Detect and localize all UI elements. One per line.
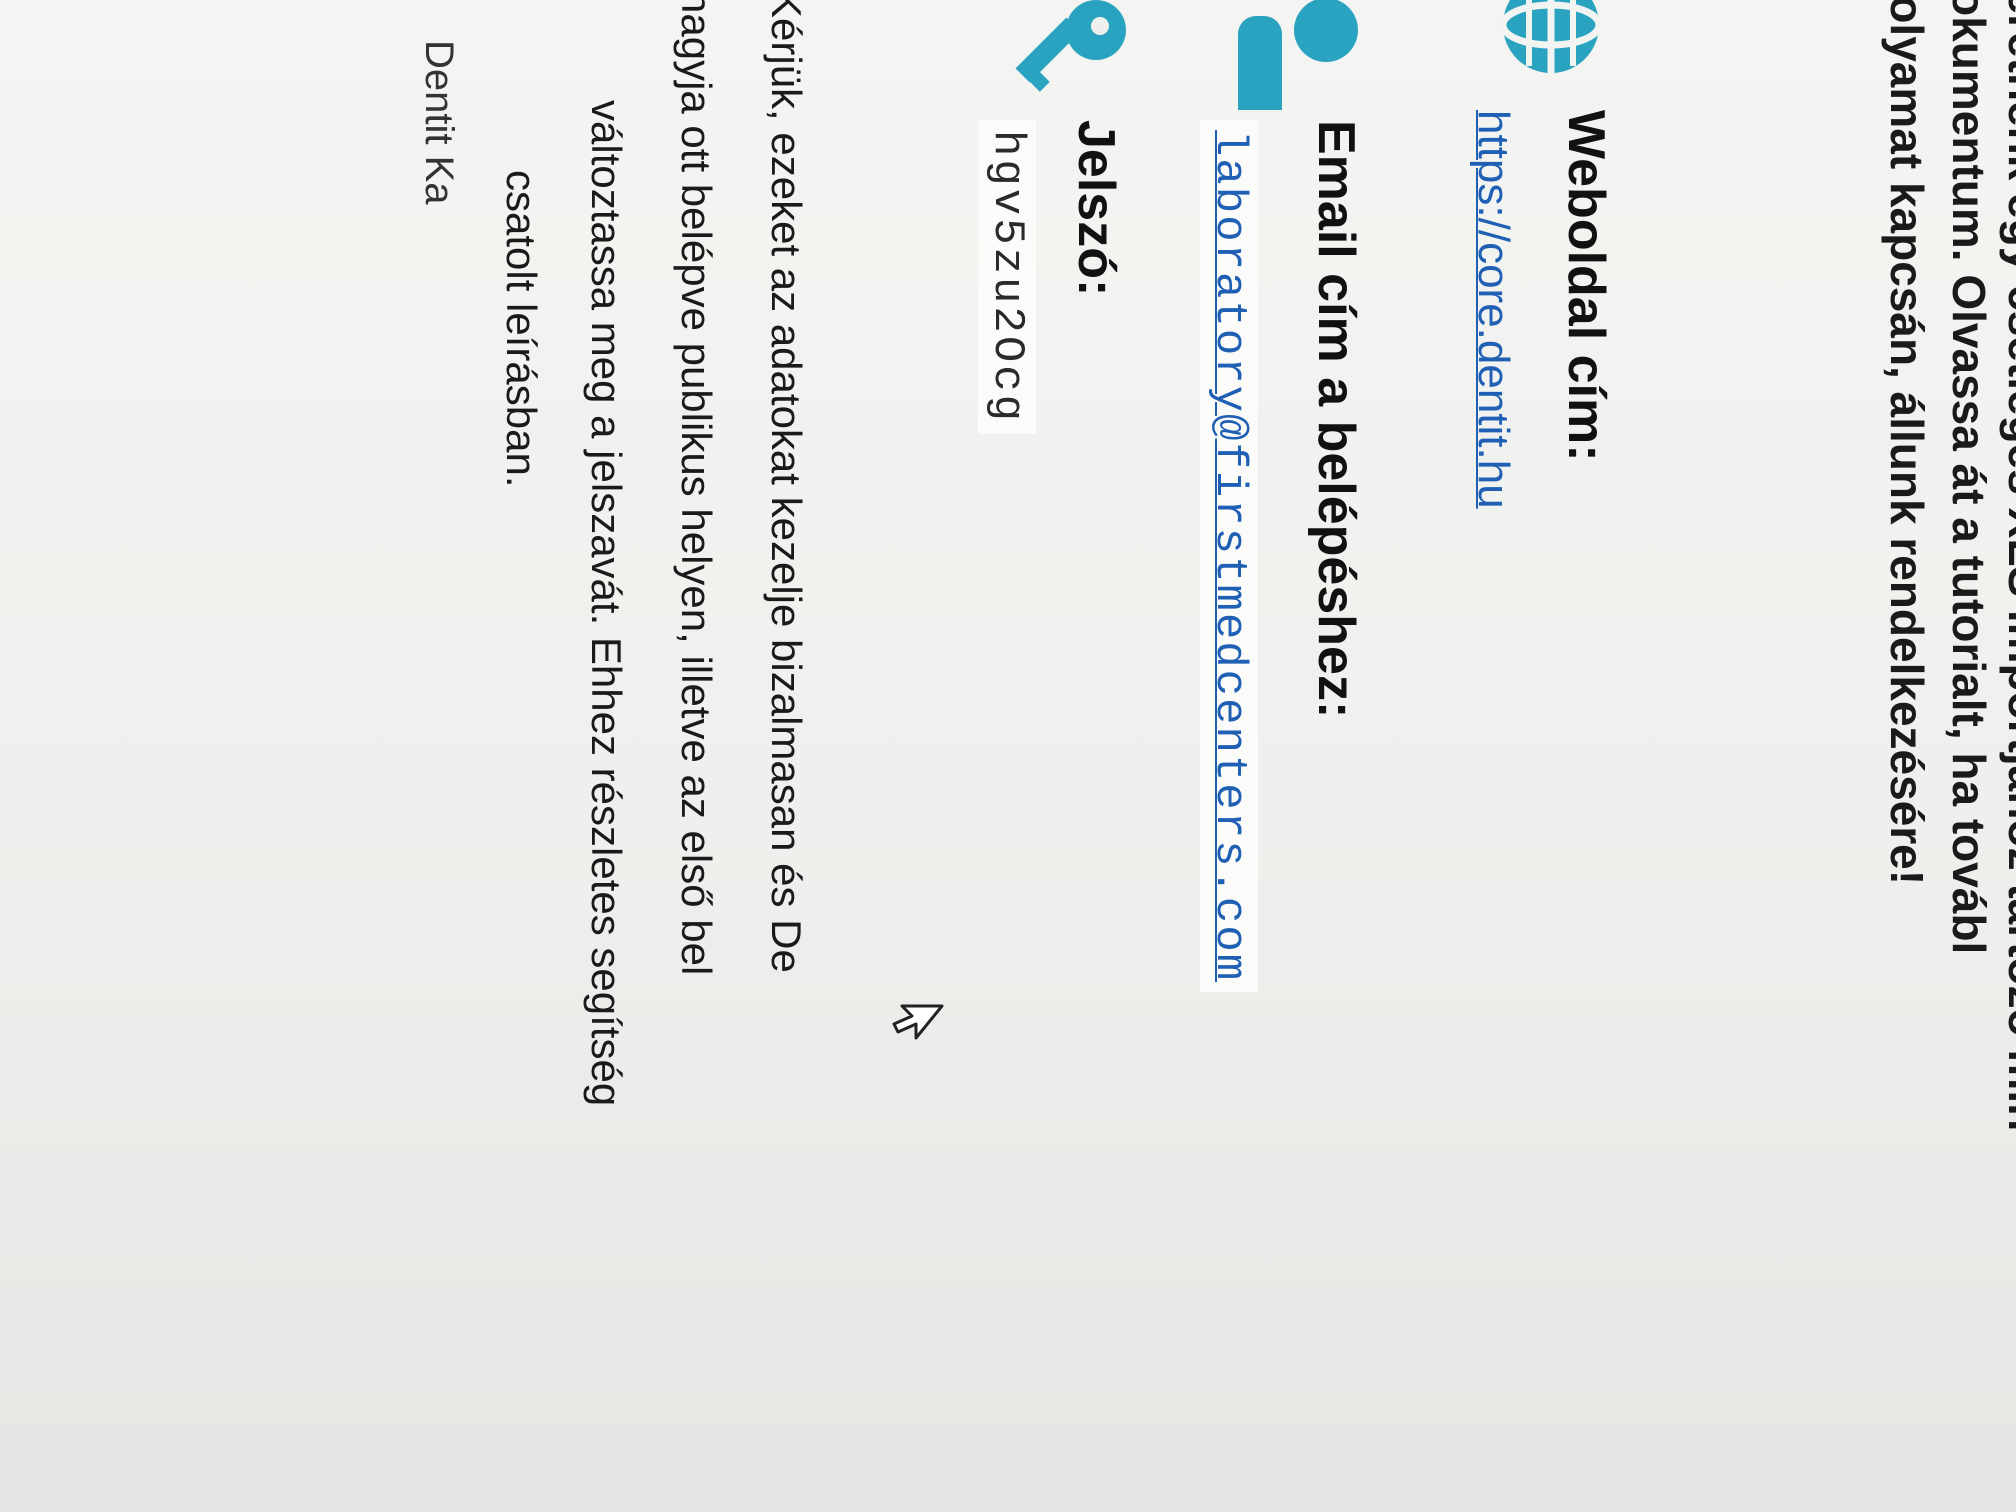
user-icon bbox=[1221, 0, 1366, 146]
key-icon bbox=[1001, 0, 1136, 120]
email-label: Email cím a belépéshez: bbox=[1307, 120, 1365, 719]
notice-line: hagyja ott belépve publikus helyen, ille… bbox=[673, 0, 720, 976]
globe-icon bbox=[1491, 0, 1606, 80]
notice-line: csatolt leírásban. bbox=[498, 170, 545, 488]
mouse-pointer-icon bbox=[881, 1000, 946, 1060]
notice-line: változtassa meg a jelszavát. Ehhez részl… bbox=[583, 100, 630, 1107]
website-link[interactable]: https://core.dentit.hu bbox=[1468, 110, 1518, 509]
notice-line: Kérjük, ezeket az adatokat kezelje bizal… bbox=[763, 0, 810, 973]
email-link[interactable]: laboratory@firstmedcenters.com bbox=[1200, 120, 1258, 993]
document-page: szeretnénk egy csetleges XLS importjánoz… bbox=[0, 0, 2016, 1512]
signature-text: Dentit Ka bbox=[417, 40, 461, 205]
password-value: hgv5zu2Ocg bbox=[978, 120, 1036, 435]
website-label: Weboldal cím: bbox=[1557, 110, 1615, 462]
intro-line: folyamat kapcsán, állunk rendelkezésére! bbox=[1881, 0, 1933, 886]
password-label: Jelszó: bbox=[1067, 120, 1125, 297]
